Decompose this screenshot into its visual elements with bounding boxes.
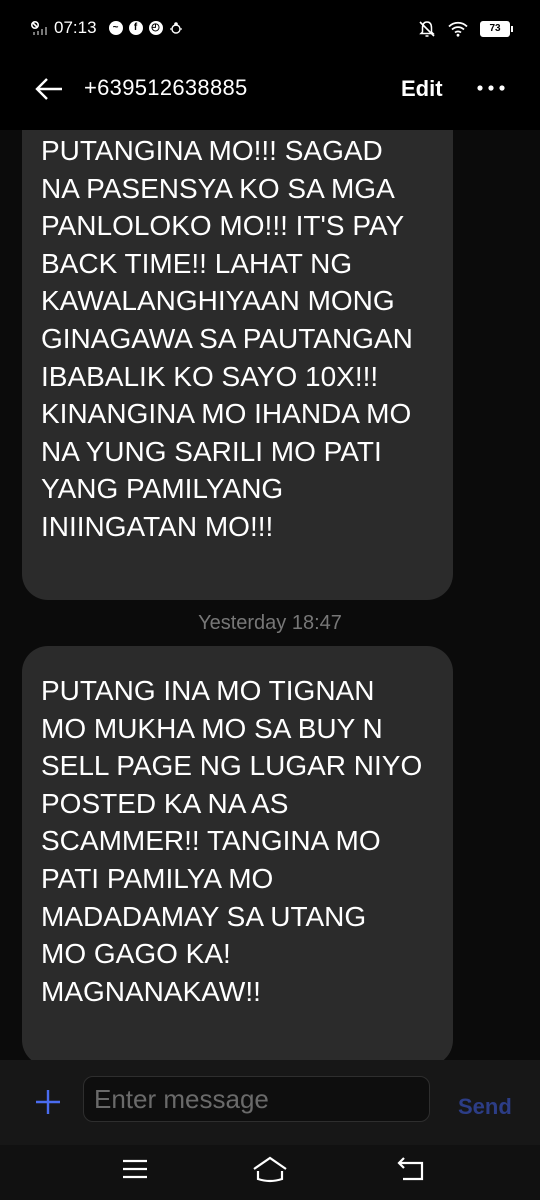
bell-muted-icon bbox=[419, 21, 435, 37]
message-bubble[interactable]: PUTANGINA MO!!! SAGAD NA PASENSYA KO SA … bbox=[22, 130, 453, 600]
more-options-icon[interactable] bbox=[476, 84, 506, 92]
bug-icon bbox=[169, 22, 182, 34]
back-nav-icon[interactable] bbox=[395, 1155, 427, 1183]
speedometer-icon: ◴ bbox=[148, 21, 163, 35]
message-list[interactable]: PUTANGINA MO!!! SAGAD NA PASENSYA KO SA … bbox=[0, 130, 540, 1060]
signal-off-icon bbox=[31, 21, 47, 35]
home-icon[interactable] bbox=[252, 1155, 288, 1183]
edit-button[interactable]: Edit bbox=[401, 76, 443, 102]
compose-bar: Send bbox=[0, 1060, 540, 1145]
status-left: 07:13 ~ f ◴ bbox=[30, 18, 183, 38]
conversation-header: +639512638885 Edit bbox=[0, 60, 540, 130]
recent-apps-icon[interactable] bbox=[119, 1155, 151, 1183]
wifi-icon bbox=[448, 21, 468, 37]
facebook-icon: f bbox=[128, 21, 143, 35]
status-right: 73 bbox=[418, 20, 513, 38]
status-bar: 07:13 ~ f ◴ 73 bbox=[0, 0, 540, 60]
message-timestamp: Yesterday 18:47 bbox=[198, 612, 342, 634]
message-input[interactable] bbox=[83, 1076, 430, 1122]
status-time: 07:13 bbox=[54, 18, 97, 37]
add-attachment-icon[interactable] bbox=[34, 1088, 62, 1116]
send-button[interactable]: Send bbox=[458, 1094, 512, 1120]
navigation-bar bbox=[0, 1145, 540, 1200]
message-bubble[interactable]: PUTANG INA MO TIGNAN MO MUKHA MO SA BUY … bbox=[22, 646, 453, 1060]
back-arrow-icon[interactable] bbox=[34, 74, 64, 104]
contact-number: +639512638885 bbox=[84, 75, 248, 100]
battery-icon: 73 bbox=[480, 21, 513, 37]
messenger-icon: ~ bbox=[108, 21, 123, 35]
